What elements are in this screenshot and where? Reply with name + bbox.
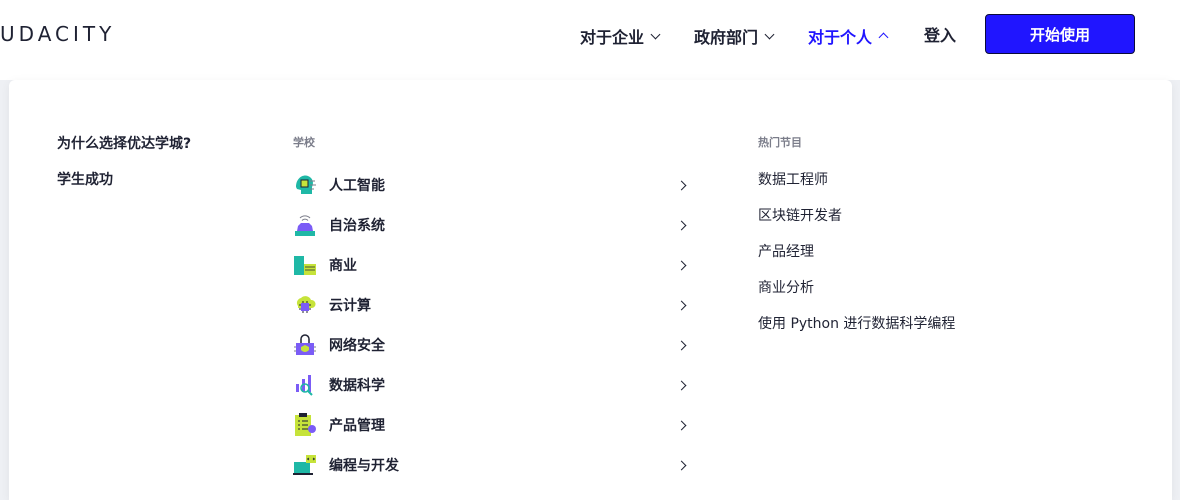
school-item-label: 商业 xyxy=(329,258,357,274)
chevron-right-icon xyxy=(676,340,687,350)
clipboard-checklist-icon xyxy=(295,413,316,436)
nav-for-business[interactable]: 对于企业 xyxy=(580,24,661,48)
school-item-label: 编程与开发 xyxy=(329,458,399,474)
school-item-data-science[interactable]: 数据科学 xyxy=(292,371,687,399)
school-item-business[interactable]: 商业 xyxy=(292,251,687,279)
nav-for-business-label: 对于企业 xyxy=(580,28,645,47)
program-link-data-engineer[interactable]: 数据工程师 xyxy=(758,169,828,189)
school-item-autonomous-systems[interactable]: 自治系统 xyxy=(292,211,687,239)
chevron-right-icon xyxy=(676,220,687,230)
autonomous-car-icon xyxy=(295,215,315,236)
school-item-label: 人工智能 xyxy=(329,178,385,194)
ai-head-icon xyxy=(296,175,316,194)
program-link-business-analytics[interactable]: 商业分析 xyxy=(758,277,814,297)
top-navigation-bar: UDACITY 对于企业 政府部门 对于个人 登入 开始使用 xyxy=(0,0,1180,80)
dropdown-caret xyxy=(840,71,858,80)
chevron-right-icon xyxy=(676,300,687,310)
nav-for-individuals-label: 对于个人 xyxy=(808,28,873,47)
nav-government[interactable]: 政府部门 xyxy=(694,24,775,48)
why-udacity-link[interactable]: 为什么选择优达学城? xyxy=(57,133,191,153)
code-laptop-icon xyxy=(293,455,316,475)
program-link-python-data-science[interactable]: 使用 Python 进行数据科学编程 xyxy=(758,313,955,333)
school-item-label: 网络安全 xyxy=(329,338,385,354)
chevron-down-icon xyxy=(764,29,775,39)
school-item-cloud-computing[interactable]: 云计算 xyxy=(292,291,687,319)
lock-shield-icon xyxy=(294,334,316,355)
school-item-cybersecurity[interactable]: 网络安全 xyxy=(292,331,687,359)
school-item-label: 产品管理 xyxy=(329,418,385,434)
school-item-ai[interactable]: 人工智能 xyxy=(292,171,687,199)
chevron-right-icon xyxy=(676,460,687,470)
cloud-chip-icon xyxy=(296,296,316,313)
school-item-label: 云计算 xyxy=(329,298,371,314)
school-item-programming-development[interactable]: 编程与开发 xyxy=(292,451,687,479)
get-started-button[interactable]: 开始使用 xyxy=(985,14,1135,54)
program-link-product-manager[interactable]: 产品经理 xyxy=(758,241,814,261)
chevron-right-icon xyxy=(676,380,687,390)
nav-for-individuals[interactable]: 对于个人 xyxy=(808,24,889,48)
school-item-label: 自治系统 xyxy=(329,218,385,234)
popular-programs-heading: 热门节目 xyxy=(758,136,802,149)
data-chart-icon xyxy=(296,375,313,396)
nav-government-label: 政府部门 xyxy=(694,28,759,47)
chevron-up-icon xyxy=(878,32,889,43)
student-success-link[interactable]: 学生成功 xyxy=(57,169,113,189)
login-link[interactable]: 登入 xyxy=(924,22,956,46)
chevron-right-icon xyxy=(676,180,687,190)
program-link-blockchain-developer[interactable]: 区块链开发者 xyxy=(758,205,842,225)
schools-heading: 学校 xyxy=(293,136,315,149)
chevron-right-icon xyxy=(676,260,687,270)
individuals-dropdown-menu: 为什么选择优达学城? 学生成功 学校 人工智能 自治系统 商业 云计算 网络安全… xyxy=(9,80,1172,500)
school-item-label: 数据科学 xyxy=(329,378,385,394)
chevron-down-icon xyxy=(650,29,661,39)
business-building-icon xyxy=(294,256,316,275)
school-item-product-management[interactable]: 产品管理 xyxy=(292,411,687,439)
udacity-logo[interactable]: UDACITY xyxy=(0,22,115,46)
chevron-right-icon xyxy=(676,420,687,430)
